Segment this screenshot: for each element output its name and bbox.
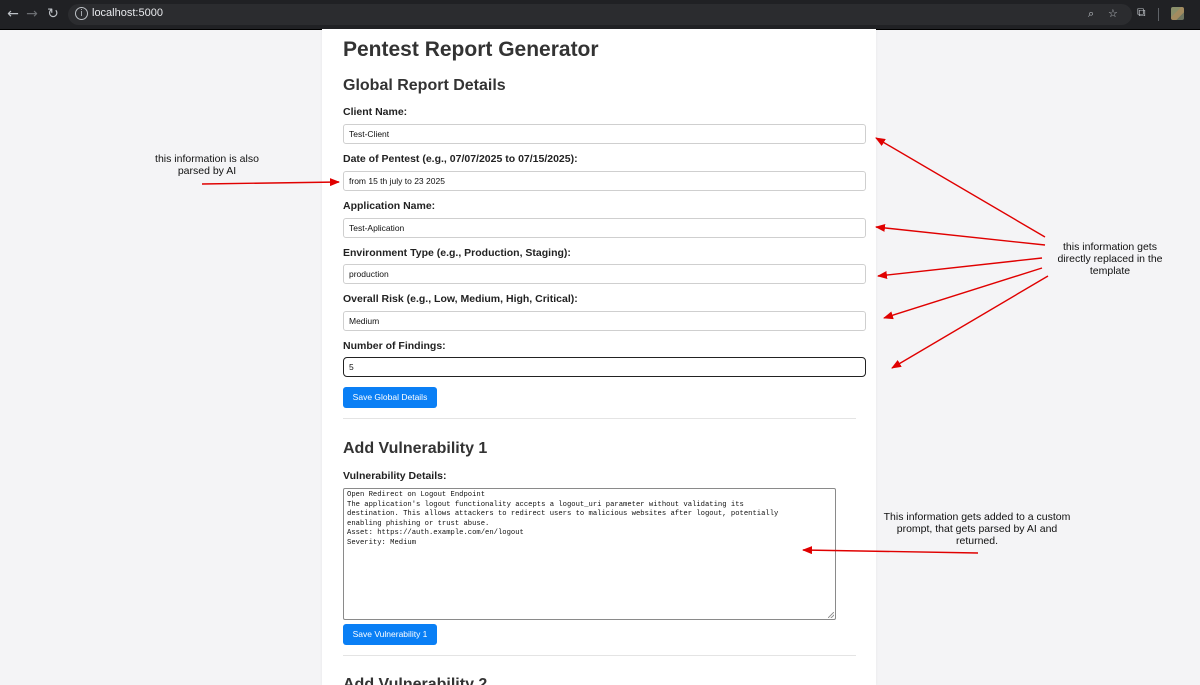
annotation-arrows <box>201 137 1049 555</box>
arrow-to-findings <box>891 275 1049 369</box>
arrow-to-application-name <box>875 223 1046 246</box>
arrow-to-client-name <box>875 137 1046 238</box>
arrow-to-vulnerability-details <box>802 546 979 555</box>
arrow-to-environment-type <box>877 257 1043 279</box>
arrow-left-to-date <box>201 178 340 187</box>
